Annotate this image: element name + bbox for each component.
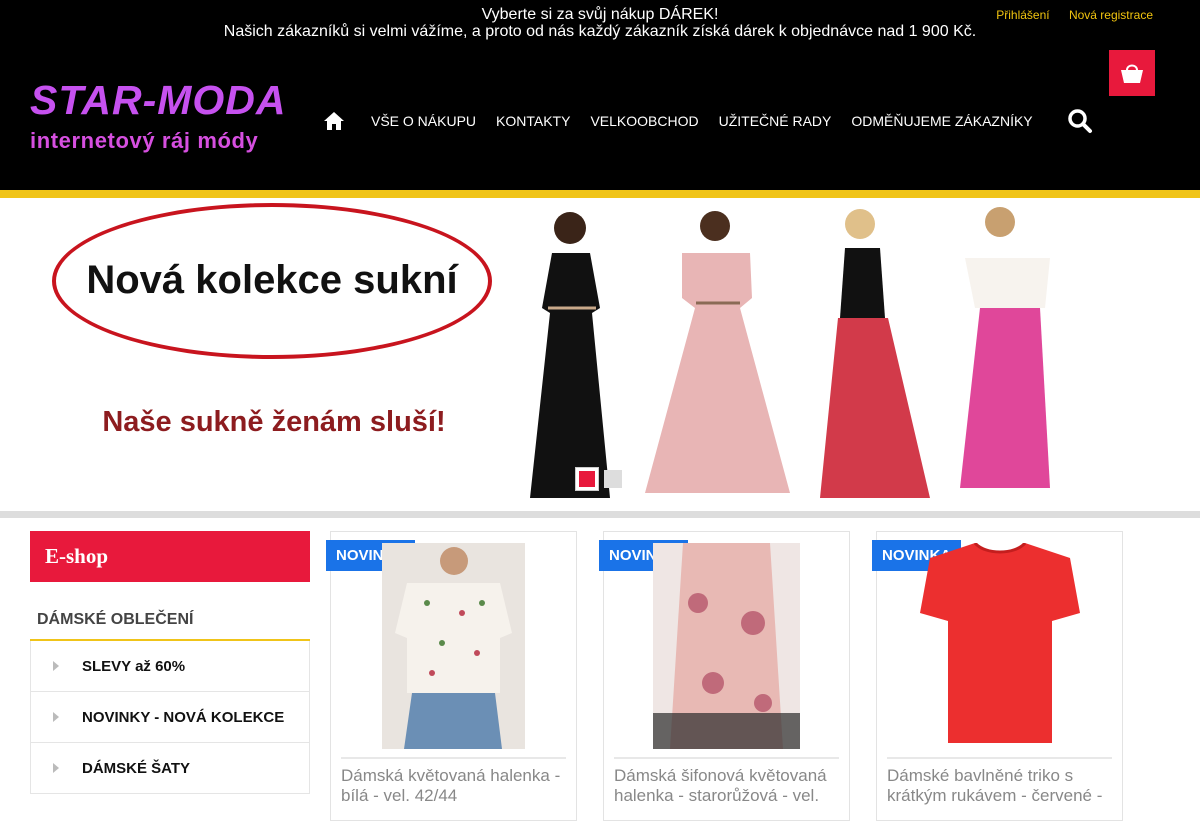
nav-item-contacts[interactable]: KONTAKTY	[496, 113, 570, 129]
search-icon[interactable]	[1067, 108, 1093, 134]
chevron-right-icon	[53, 661, 59, 671]
cart-button[interactable]	[1109, 50, 1155, 96]
sidebar-item-dresses[interactable]: DÁMSKÉ ŠATY	[30, 743, 310, 794]
card-divider	[341, 757, 566, 759]
chevron-right-icon	[53, 763, 59, 773]
main-nav: VŠE O NÁKUPU KONTAKTY VELKOOBCHOD UŽITEČ…	[323, 108, 1053, 134]
logo-tagline: internetový ráj módy	[30, 128, 259, 153]
product-image	[382, 543, 525, 749]
product-title[interactable]: Dámské bavlněné triko s krátkým rukávem …	[887, 766, 1114, 806]
product-title[interactable]: Dámská květovaná halenka - bílá - vel. 4…	[341, 766, 568, 806]
chevron-right-icon	[53, 712, 59, 722]
banner-subline: Naše sukně ženám sluší!	[102, 406, 446, 438]
home-icon[interactable]	[323, 110, 345, 132]
product-card[interactable]: NOVINKA Dámské bavlněné triko s krátkým …	[872, 531, 1123, 821]
nav-item-rewards[interactable]: ODMĚŇUJEME ZÁKAZNÍKY	[851, 113, 1032, 129]
product-title[interactable]: Dámská šifonová květovaná halenka - star…	[614, 766, 841, 806]
sidebar-item-label: SLEVY až 60%	[82, 657, 186, 675]
nav-item-wholesale[interactable]: VELKOOBCHOD	[590, 113, 698, 129]
account-links: Přihlášení Nová registrace	[980, 8, 1153, 22]
sidebar-item-label: NOVINKY - NOVÁ KOLEKCE	[82, 708, 285, 726]
product-image	[653, 543, 800, 749]
product-image	[920, 543, 1080, 743]
sidebar-item-new-collection[interactable]: NOVINKY - NOVÁ KOLEKCE	[30, 692, 310, 743]
nav-item-useful-tips[interactable]: UŽITEČNÉ RADY	[719, 113, 832, 129]
shopping-bag-icon	[1121, 64, 1143, 83]
product-card[interactable]: NOVINKA Dámská květovaná halenka - bílá …	[326, 531, 577, 821]
hero-banner[interactable]: Nová kolekce sukní Naše sukně ženám sluš…	[0, 198, 1200, 511]
login-link[interactable]: Přihlášení	[996, 8, 1049, 22]
announcement-text: Našich zákazníků si velmi vážíme, a prot…	[223, 23, 977, 40]
product-card[interactable]: NOVINKA Dámská šifonová květovaná halenk…	[599, 531, 850, 821]
slider-dots	[576, 468, 622, 490]
banner-divider	[0, 511, 1200, 518]
sidebar-item-sale[interactable]: SLEVY až 60%	[30, 641, 310, 692]
register-link[interactable]: Nová registrace	[1069, 8, 1153, 22]
slider-dot-1[interactable]	[576, 468, 598, 490]
banner-headline: Nová kolekce sukní	[86, 258, 458, 302]
nav-item-about-shopping[interactable]: VŠE O NÁKUPU	[371, 113, 476, 129]
slider-dot-2[interactable]	[604, 470, 622, 488]
category-heading[interactable]: DÁMSKÉ OBLEČENÍ	[30, 607, 310, 641]
sidebar-item-label: DÁMSKÉ ŠATY	[82, 759, 191, 777]
site-header: Vyberte si za svůj nákup DÁREK! Našich z…	[0, 0, 1200, 190]
card-divider	[614, 757, 839, 759]
card-divider	[887, 757, 1112, 759]
site-logo[interactable]: STAR-MODA internetový ráj módy	[30, 78, 310, 154]
header-divider	[0, 190, 1200, 198]
banner-models-image	[530, 207, 1050, 498]
sidebar: E-shop DÁMSKÉ OBLEČENÍ SLEVY až 60% NOVI…	[30, 531, 310, 794]
logo-name: STAR-MODA	[30, 77, 287, 123]
sidebar-title: E-shop	[30, 531, 310, 582]
